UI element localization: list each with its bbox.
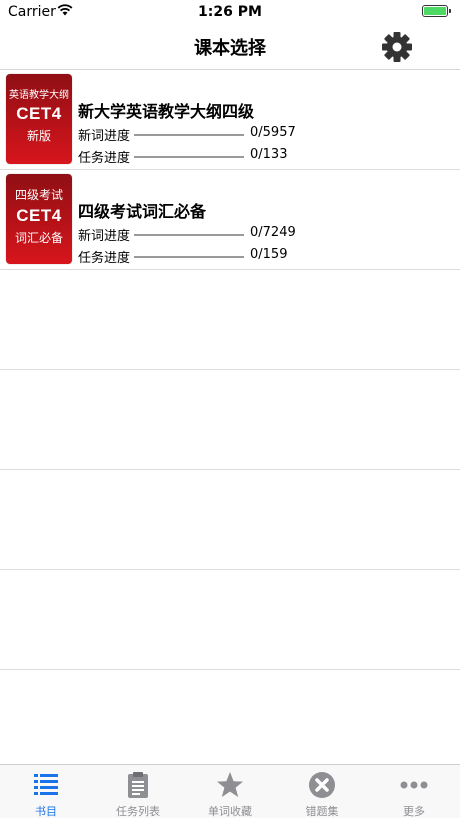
tab-label: 书目 [35, 805, 57, 818]
tab-label: 单词收藏 [208, 805, 252, 818]
tasks-progress: 任务进度 0/133 [78, 147, 287, 166]
status-bar: Carrier 1:26 PM [0, 0, 460, 24]
new-words-label: 新词进度 [78, 229, 131, 244]
progress-bar [134, 256, 244, 258]
new-words-progress: 新词进度 0/7249 [78, 225, 296, 244]
x-circle-icon [307, 771, 337, 799]
tab-label: 任务列表 [116, 805, 160, 818]
more-icon [399, 771, 429, 799]
tab-bar: 书目 任务列表 单词收藏 错题集 更多 [0, 764, 460, 818]
battery-icon [422, 5, 451, 17]
tab-word-favorites[interactable]: 单词收藏 [184, 765, 276, 819]
book-row[interactable]: 四级考试 CET4 词汇必备 四级考试词汇必备 新词进度 0/7249 任务进度… [0, 170, 460, 270]
tab-label: 错题集 [305, 805, 339, 818]
book-title: 四级考试词汇必备 [78, 202, 207, 221]
list-icon [31, 771, 61, 799]
tasks-value: 0/133 [250, 147, 288, 162]
tasks-value: 0/159 [250, 247, 288, 262]
cover-title: CET4 [16, 206, 62, 225]
progress-bar [134, 234, 244, 236]
cover-title: CET4 [16, 104, 62, 123]
book-cover: 英语教学大纲 CET4 新版 [6, 74, 72, 164]
book-cover: 四级考试 CET4 词汇必备 [6, 174, 72, 264]
tab-task-list[interactable]: 任务列表 [92, 765, 184, 819]
new-words-value: 0/7249 [250, 225, 296, 240]
tasks-label: 任务进度 [78, 251, 131, 266]
empty-row [0, 370, 460, 470]
navigation-bar: 课本选择 [0, 24, 460, 70]
clock: 1:26 PM [198, 4, 262, 20]
progress-bar [134, 134, 244, 136]
clipboard-icon [123, 771, 153, 799]
tasks-label: 任务进度 [78, 151, 131, 166]
tab-more[interactable]: 更多 [368, 765, 460, 819]
new-words-label: 新词进度 [78, 129, 131, 144]
gear-icon[interactable] [380, 30, 414, 64]
cover-subtitle: 四级考试 [14, 188, 63, 202]
cover-edition: 词汇必备 [14, 231, 63, 245]
empty-row [0, 570, 460, 670]
progress-bar [134, 156, 244, 158]
book-title: 新大学英语教学大纲四级 [78, 102, 255, 121]
tab-books[interactable]: 书目 [0, 765, 92, 819]
empty-row [0, 470, 460, 570]
cover-subtitle: 英语教学大纲 [9, 90, 69, 101]
new-words-value: 0/5957 [250, 125, 296, 140]
new-words-progress: 新词进度 0/5957 [78, 125, 296, 144]
book-row[interactable]: 英语教学大纲 CET4 新版 新大学英语教学大纲四级 新词进度 0/5957 任… [0, 70, 460, 170]
tasks-progress: 任务进度 0/159 [78, 247, 287, 266]
tab-label: 更多 [403, 805, 425, 818]
star-icon [215, 771, 245, 799]
cover-edition: 新版 [26, 129, 51, 143]
empty-row [0, 270, 460, 370]
tab-mistakes[interactable]: 错题集 [276, 765, 368, 819]
